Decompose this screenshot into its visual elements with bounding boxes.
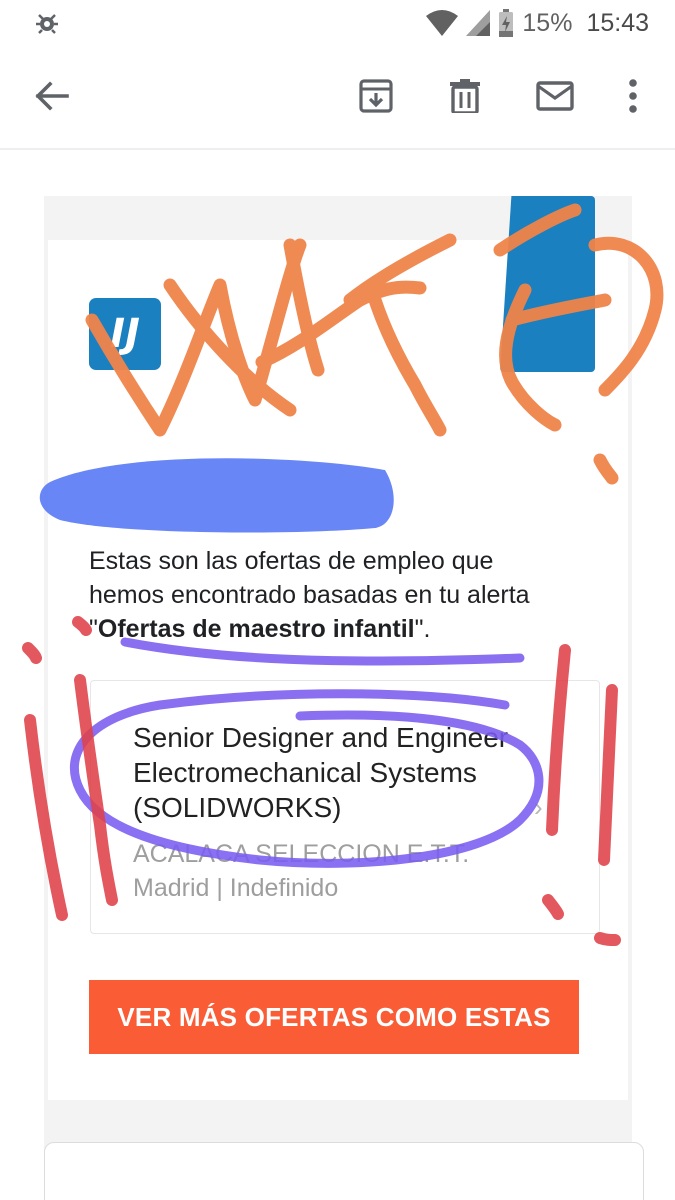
status-bar: 15% 15:43: [0, 0, 675, 48]
battery-percent: 15%: [522, 8, 573, 37]
email-toolbar: [0, 48, 675, 150]
mail-icon: [536, 80, 574, 116]
wifi-icon: [426, 10, 459, 36]
brand-logo: IJ: [89, 298, 161, 370]
archive-button[interactable]: [352, 74, 400, 122]
trash-icon: [450, 78, 480, 118]
alert-name[interactable]: Ofertas de maestro infantil: [98, 615, 415, 643]
intro-text: Estas son las ofertas de empleo que hemo…: [89, 544, 569, 646]
clock: 15:43: [586, 8, 649, 37]
job-company: ACALACA SELECCION E.T.T.: [133, 840, 470, 868]
cell-signal-icon: [466, 10, 491, 36]
brand-logo-right: [500, 196, 595, 372]
mark-unread-button[interactable]: [531, 74, 579, 122]
archive-icon: [359, 78, 393, 118]
more-options-button[interactable]: [609, 74, 657, 122]
more-vert-icon: [628, 78, 638, 118]
job-location: Madrid | Indefinido: [133, 874, 339, 902]
back-arrow-icon: [35, 80, 69, 116]
intro-text-end: ".: [414, 615, 431, 643]
delete-button[interactable]: [441, 74, 489, 122]
chevron-right-icon: ›: [534, 792, 543, 822]
brand-logo-text: IJ: [110, 311, 140, 357]
back-button[interactable]: [28, 74, 76, 122]
job-title[interactable]: Senior Designer and Engineer Electromech…: [133, 720, 553, 825]
debug-bug-icon: [34, 10, 60, 36]
footer-box: [44, 1142, 644, 1200]
see-more-offers-button[interactable]: VER MÁS OFERTAS COMO ESTAS: [89, 980, 579, 1054]
battery-icon: [498, 9, 514, 37]
